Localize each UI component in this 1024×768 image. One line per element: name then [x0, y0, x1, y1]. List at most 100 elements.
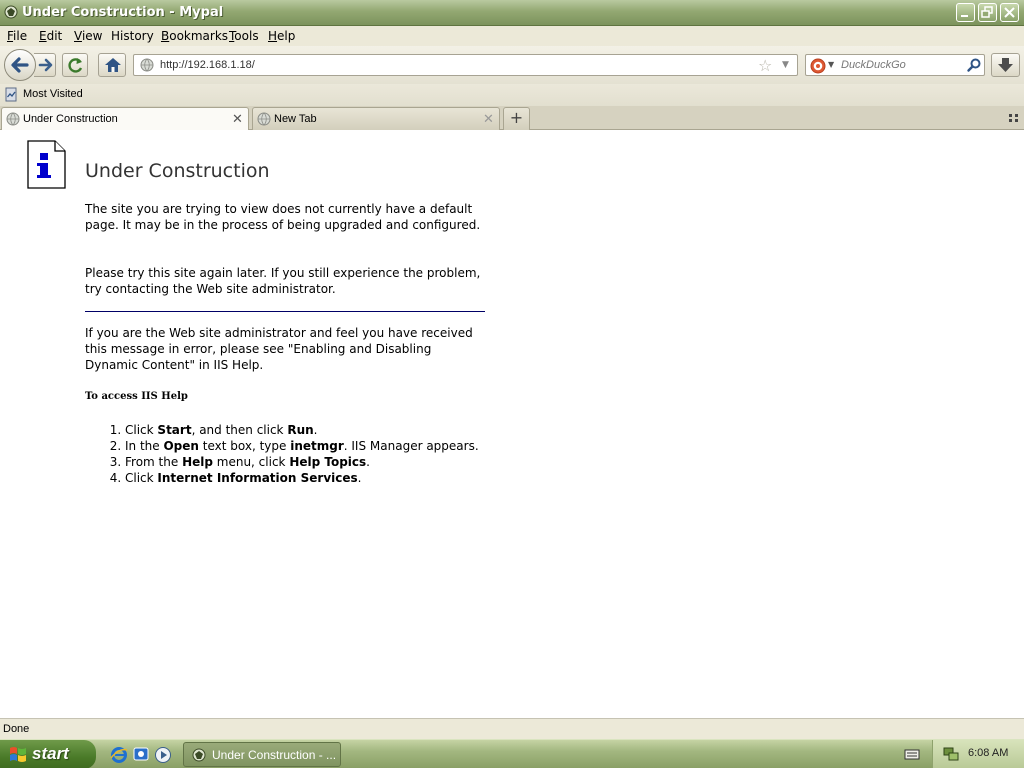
minimize-icon	[961, 15, 968, 17]
download-arrow-icon	[998, 58, 1013, 72]
tab-strip: Under Construction ✕ New Tab ✕ +	[0, 106, 1024, 131]
forward-button[interactable]	[34, 53, 56, 77]
menu-view[interactable]: View	[74, 29, 102, 43]
step-keyword: Open	[163, 439, 199, 453]
start-button[interactable]: start	[0, 740, 96, 768]
start-label: start	[32, 744, 69, 763]
home-icon	[105, 58, 121, 72]
menu-history[interactable]: History	[111, 29, 154, 43]
mypal-app-icon	[192, 748, 206, 762]
bookmark-most-visited[interactable]: Most Visited	[23, 88, 83, 100]
menu-history-label: History	[111, 29, 154, 43]
duckduckgo-icon	[810, 58, 826, 74]
info-document-icon	[27, 140, 66, 189]
arrow-left-icon	[11, 57, 29, 73]
windows-flag-icon	[10, 747, 26, 762]
network-icon[interactable]	[943, 746, 959, 762]
menu-help-label: elp	[277, 29, 296, 43]
restore-button[interactable]	[978, 3, 997, 22]
keyboard-icon[interactable]	[904, 747, 920, 761]
step-keyword: Start	[157, 423, 192, 437]
tab-close-icon[interactable]: ✕	[483, 111, 494, 127]
menu-bar: File Edit View History Bookmarks Tools H…	[0, 26, 1024, 46]
desktop-icon[interactable]	[132, 746, 150, 764]
page-content: Under Construction The site you are tryi…	[0, 130, 1024, 718]
steps-list: Click Start, and then click Run.In the O…	[85, 422, 485, 486]
taskbar-window-button[interactable]: Under Construction - ...	[183, 742, 341, 767]
step-keyword: Help	[182, 455, 213, 469]
page-title: Under Construction	[85, 160, 270, 182]
menu-tools[interactable]: Tools	[229, 29, 259, 43]
taskbar: start Under Construction - ... 6:08 AM	[0, 739, 1024, 768]
step-keyword: inetmgr	[290, 439, 344, 453]
menu-view-label: iew	[81, 29, 103, 43]
tab-label: Under Construction	[23, 113, 118, 125]
globe-icon	[257, 112, 271, 126]
step-item: In the Open text box, type inetmgr. IIS …	[125, 438, 485, 454]
url-bar[interactable]: http://192.168.1.18/ ☆ ▼	[133, 54, 798, 76]
plus-icon: +	[509, 108, 524, 127]
globe-icon	[6, 112, 20, 126]
menu-help-accel: H	[268, 29, 278, 43]
arrow-right-icon	[38, 58, 53, 72]
menu-tools-label: ools	[234, 29, 259, 43]
media-player-icon[interactable]	[154, 746, 172, 764]
taskbar-window-label: Under Construction - ...	[212, 748, 337, 762]
system-tray: 6:08 AM	[932, 740, 1024, 768]
home-button[interactable]	[98, 53, 126, 77]
search-icon[interactable]	[966, 57, 982, 73]
message-paragraph-1: The site you are trying to view does not…	[85, 202, 481, 232]
step-keyword: Run	[287, 423, 314, 437]
internet-explorer-icon[interactable]	[110, 746, 128, 764]
tab-close-icon[interactable]: ✕	[232, 111, 243, 127]
close-button[interactable]	[1000, 3, 1019, 22]
message-paragraph-2: Please try this site again later. If you…	[85, 266, 481, 296]
horizontal-rule	[85, 311, 485, 312]
status-text: Done	[3, 723, 30, 735]
iis-help-steps: Click Start, and then click Run.In the O…	[85, 422, 485, 486]
downloads-button[interactable]	[991, 53, 1020, 77]
reload-icon	[68, 58, 83, 73]
bookmarks-toolbar: Most Visited	[0, 84, 1024, 106]
search-bar[interactable]: ▼ DuckDuckGo	[805, 54, 985, 76]
reload-button[interactable]	[62, 53, 88, 77]
menu-help[interactable]: Help	[268, 29, 295, 43]
step-item: From the Help menu, click Help Topics.	[125, 454, 485, 470]
menu-file[interactable]: File	[7, 29, 27, 43]
bookmark-star-icon[interactable]: ☆	[758, 56, 772, 75]
admin-paragraph: If you are the Web site administrator an…	[85, 326, 473, 372]
status-bar: Done	[0, 718, 1024, 739]
navigation-toolbar: http://192.168.1.18/ ☆ ▼ ▼ DuckDuckGo	[0, 46, 1024, 84]
minimize-button[interactable]	[956, 3, 975, 22]
menu-bookmarks-label: ookmarks	[169, 29, 229, 43]
step-keyword: Help Topics	[289, 455, 367, 469]
globe-icon	[140, 58, 154, 72]
url-dropdown-icon[interactable]: ▼	[782, 60, 789, 70]
search-placeholder: DuckDuckGo	[841, 59, 906, 71]
engine-dropdown-icon[interactable]: ▼	[828, 60, 834, 69]
new-tab-button[interactable]: +	[503, 107, 530, 130]
tab-under-construction[interactable]: Under Construction ✕	[1, 107, 249, 131]
back-button[interactable]	[4, 49, 36, 81]
menu-edit-label: dit	[46, 29, 63, 43]
tab-label: New Tab	[274, 113, 317, 125]
tab-new-tab[interactable]: New Tab ✕	[252, 107, 500, 130]
window-title: Under Construction - Mypal	[22, 5, 224, 20]
window-titlebar[interactable]: Under Construction - Mypal	[0, 0, 1024, 26]
menu-file-label: ile	[13, 29, 28, 43]
step-item: Click Start, and then click Run.	[125, 422, 485, 438]
most-visited-icon	[5, 87, 17, 102]
step-item: Click Internet Information Services.	[125, 470, 485, 486]
clock: 6:08 AM	[968, 747, 1009, 759]
iis-help-heading: To access IIS Help	[85, 391, 188, 402]
menu-edit[interactable]: Edit	[39, 29, 62, 43]
menu-bookmarks-accel: B	[161, 29, 170, 43]
close-icon	[1004, 7, 1015, 18]
list-all-tabs-icon[interactable]	[1008, 112, 1020, 124]
restore-icon	[981, 6, 993, 18]
step-keyword: Internet Information Services	[157, 471, 358, 485]
mypal-app-icon	[4, 5, 18, 19]
menu-bookmarks[interactable]: Bookmarks	[161, 29, 228, 43]
menu-view-accel: V	[74, 29, 82, 43]
menu-edit-accel: E	[39, 29, 47, 43]
